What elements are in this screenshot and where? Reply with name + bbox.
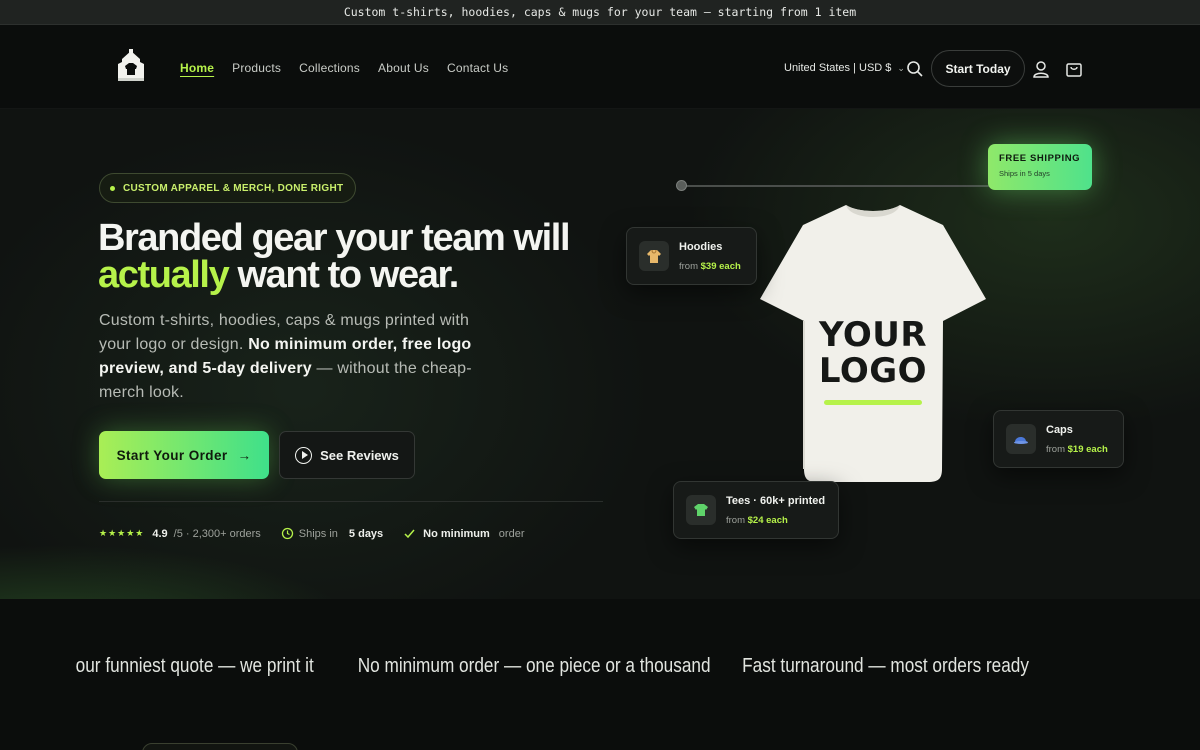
tee-accent-bar [824, 400, 922, 405]
ships-value: 5 days [348, 527, 384, 540]
see-reviews-label: See Reviews [320, 447, 399, 463]
announcement-bar: Custom t-shirts, hoodies, caps & mugs fo… [0, 0, 1200, 25]
product-name: Tees · 60k+ printed [726, 494, 826, 507]
check-icon [404, 529, 415, 539]
hero-badge: CUSTOM APPAREL & MERCH, DONE RIGHT [99, 173, 357, 203]
nav-about-us[interactable]: About Us [378, 61, 429, 75]
badge-dot-icon [110, 185, 115, 191]
play-icon [295, 446, 313, 464]
hero-divider [99, 501, 603, 502]
rating-stars: ★★★★★ [99, 528, 145, 538]
ships-label: Ships in [298, 527, 338, 540]
price-value: $39 each [700, 260, 741, 272]
price-value: $24 each [747, 514, 788, 526]
hero-section: CUSTOM APPAREL & MERCH, DONE RIGHT Brand… [0, 109, 1200, 599]
headline-accent: actually [98, 254, 230, 296]
main-nav: Home Products Collections About Us Conta… [180, 61, 508, 75]
account-icon[interactable] [1031, 59, 1051, 79]
marquee-strip: our funniest quote — we print it No mini… [0, 650, 1032, 686]
product-price: from $19 each [1046, 444, 1108, 455]
minimum-stat: No minimum order [403, 527, 524, 540]
hoodie-icon [639, 241, 669, 271]
chevron-down-icon: ⌄ [897, 62, 905, 73]
price-prefix: from [679, 260, 698, 272]
price-prefix: from [726, 514, 745, 526]
slider-track [682, 185, 1002, 187]
locale-selector[interactable]: United States | USD $ ⌄ [784, 62, 905, 74]
tee-icon [686, 495, 716, 525]
minimum-rest: order [498, 527, 525, 540]
product-name: Hoodies [679, 240, 723, 253]
free-shipping-sub: Ships in 5 days [999, 169, 1050, 178]
site-header: Home Products Collections About Us Conta… [0, 29, 1200, 109]
headline-line2: want to wear. [228, 254, 459, 296]
tee-text-line2: LOGO [818, 351, 928, 391]
rating-value: 4.9 [152, 527, 168, 540]
tee-logo-text: YOUR LOGO [805, 317, 941, 389]
logo-icon[interactable] [114, 48, 148, 88]
announcement-text: Custom t-shirts, hoodies, caps & mugs fo… [343, 5, 857, 19]
nav-home[interactable]: Home [180, 61, 214, 75]
tee-text-line1: YOUR [818, 315, 928, 355]
arrow-right-icon: → [237, 447, 252, 463]
product-card-caps[interactable]: Caps from $19 each [993, 410, 1124, 468]
ships-stat: Ships in 5 days [281, 527, 383, 540]
price-value: $19 each [1067, 443, 1108, 455]
nav-products[interactable]: Products [232, 61, 281, 75]
nav-collections[interactable]: Collections [299, 61, 360, 75]
clock-icon [281, 527, 293, 540]
minimum-bold: No minimum [423, 527, 490, 540]
free-shipping-card: FREE SHIPPING Ships in 5 days [988, 144, 1092, 190]
start-today-button[interactable]: Start Today [931, 50, 1025, 87]
product-card-hoodies[interactable]: Hoodies from $39 each [626, 227, 757, 285]
cart-icon[interactable] [1064, 59, 1084, 79]
product-price: from $24 each [726, 515, 825, 526]
product-card-tees[interactable]: Tees · 60k+ printed from $24 each [673, 481, 839, 539]
headline-line1: Branded gear your team will [98, 217, 571, 259]
product-price: from $39 each [679, 261, 741, 272]
search-icon[interactable] [905, 59, 925, 79]
marquee-item: Fast turnaround — most orders ready in 5… [742, 655, 1032, 677]
product-name: Caps [1046, 423, 1073, 436]
marquee-item: our funniest quote — we print it [75, 655, 314, 677]
section-pill [142, 743, 298, 750]
slider-knob[interactable] [676, 180, 687, 191]
nav-contact-us[interactable]: Contact Us [447, 61, 508, 75]
see-reviews-button[interactable]: See Reviews [279, 431, 415, 479]
cap-icon [1006, 424, 1036, 454]
start-your-order-button[interactable]: Start Your Order → [99, 431, 269, 479]
locale-label: United States | USD $ [784, 62, 892, 74]
free-shipping-title: FREE SHIPPING [999, 153, 1081, 164]
badge-text: CUSTOM APPAREL & MERCH, DONE RIGHT [123, 182, 344, 194]
rating-suffix: /5 · 2,300+ orders [173, 527, 261, 540]
hero-headline: Branded gear your team will actually wan… [98, 217, 618, 296]
hero-subtitle: Custom t-shirts, hoodies, caps & mugs pr… [99, 309, 479, 405]
marquee-item: No minimum order — one piece or a thousa… [357, 655, 711, 677]
hero-stats: ★★★★★ 4.9 /5 · 2,300+ orders Ships in 5 … [99, 527, 524, 540]
start-order-label: Start Your Order [116, 447, 228, 463]
price-prefix: from [1046, 443, 1065, 455]
